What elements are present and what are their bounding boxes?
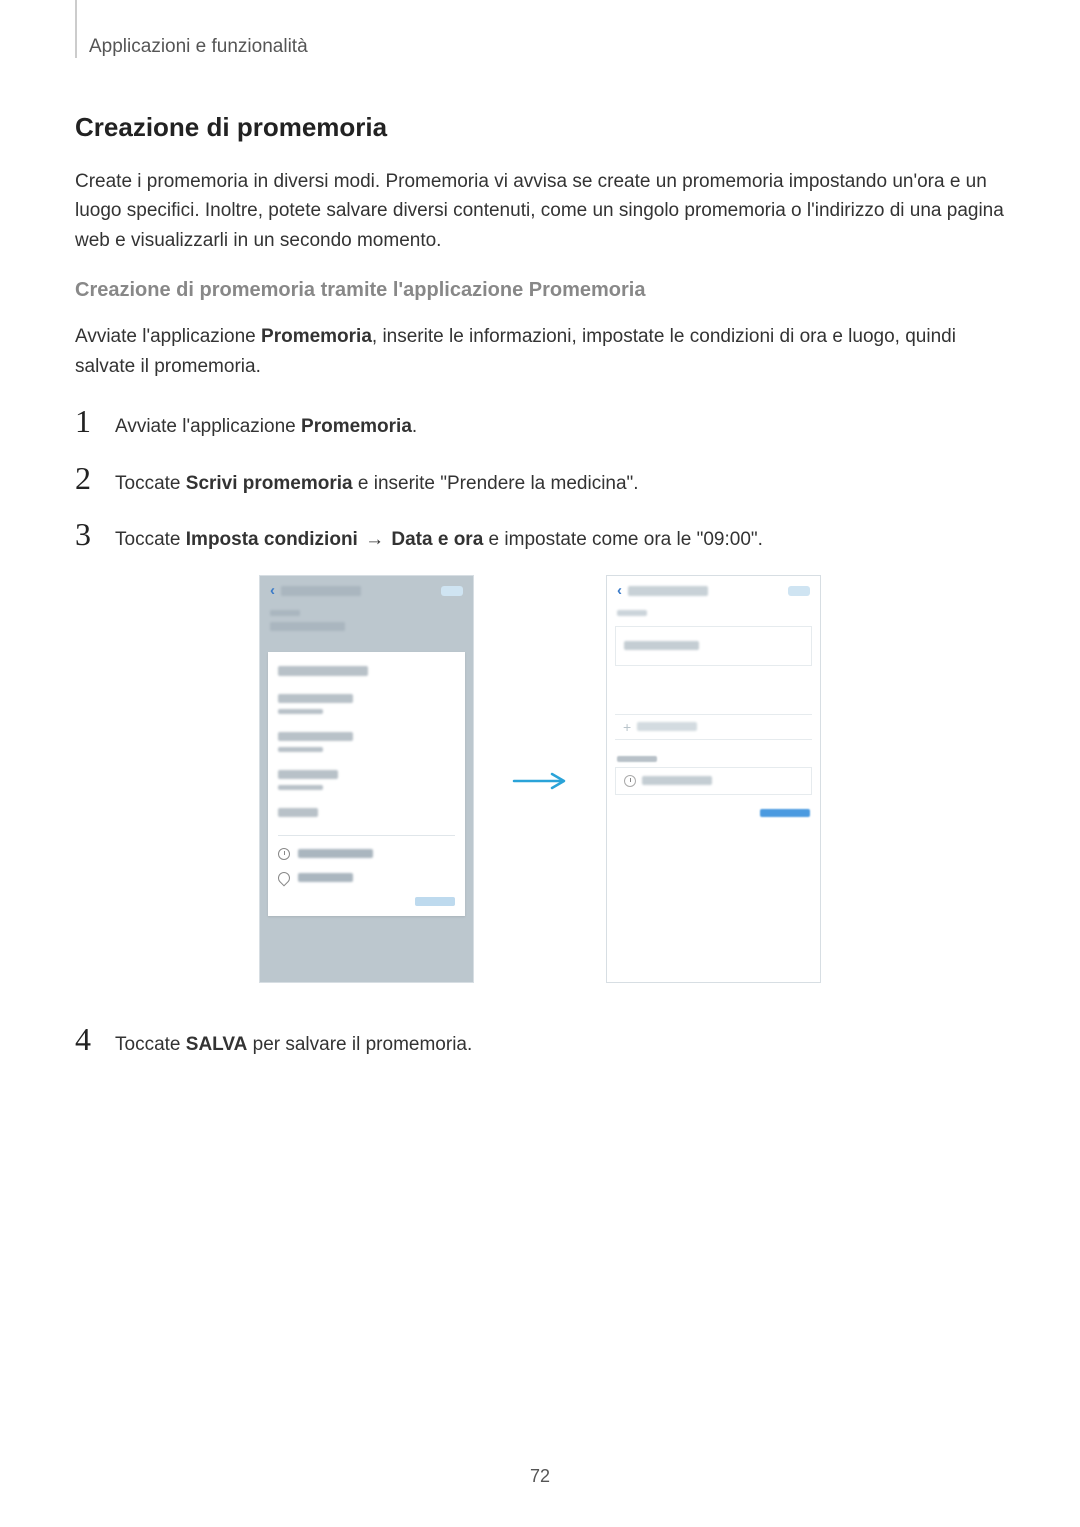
intro-paragraph: Create i promemoria in diversi modi. Pro…: [75, 167, 1005, 255]
plus-icon: +: [623, 719, 631, 735]
blurred-line: [278, 709, 323, 714]
back-icon: ‹: [270, 582, 275, 599]
ui-label: Scrivi promemoria: [186, 473, 353, 494]
blurred-line: [270, 610, 300, 616]
divider: [278, 835, 455, 836]
text: Avviate l'applicazione: [75, 326, 261, 347]
blurred-line: [278, 808, 318, 817]
blurred-line: [617, 610, 647, 616]
header-vertical-rule: [75, 0, 77, 58]
back-icon: ‹: [617, 582, 622, 599]
blurred-line: [298, 873, 353, 882]
text: e inserite "Prendere la medicina".: [353, 473, 639, 494]
pin-icon: [276, 869, 293, 886]
blurred-line: [278, 666, 368, 676]
blurred-line: [278, 785, 323, 790]
page-content: Creazione di promemoria Create i promemo…: [75, 112, 1005, 1079]
step-list-continued: 4 Toccate SALVA per salvare il promemori…: [75, 1023, 1005, 1060]
text: .: [412, 416, 417, 437]
phone-screenshot-left: ‹: [259, 575, 474, 983]
step-text: Toccate Scrivi promemoria e inserite "Pr…: [115, 470, 639, 499]
card-button: [415, 897, 455, 906]
text: e impostate come ora le "09:00".: [483, 529, 763, 550]
blurred-line: [278, 747, 323, 752]
arrow-right-icon: [512, 756, 568, 801]
place-row: [278, 872, 455, 884]
datetime-row: [615, 767, 812, 795]
card-item: [278, 732, 455, 752]
ui-label: Imposta condizioni: [186, 529, 358, 550]
step-number: 2: [75, 462, 115, 494]
header-badge: [441, 586, 463, 596]
ui-label: Promemoria: [301, 416, 412, 437]
add-row: +: [615, 714, 812, 740]
section-subtitle: Creazione di promemoria tramite l'applic…: [75, 279, 1005, 302]
text-field: [615, 626, 812, 666]
phone-screenshot-right: ‹ +: [606, 575, 821, 983]
section-label: [617, 756, 657, 762]
step-text: Toccate SALVA per salvare il promemoria.: [115, 1031, 472, 1060]
blurred-title: [628, 586, 708, 596]
blurred-line: [270, 622, 345, 631]
text: per salvare il promemoria.: [247, 1034, 472, 1055]
blurred-title: [281, 586, 361, 596]
blurred-line: [278, 770, 338, 779]
shot-header: ‹: [607, 576, 820, 606]
inner-card: [268, 652, 465, 916]
text: Toccate: [115, 473, 186, 494]
ui-label: SALVA: [186, 1034, 248, 1055]
blurred-line: [637, 722, 697, 731]
page-number: 72: [0, 1466, 1080, 1487]
step-1: 1 Avviate l'applicazione Promemoria.: [75, 405, 1005, 442]
clock-icon: [278, 848, 290, 860]
intro-paragraph-2: Avviate l'applicazione Promemoria, inser…: [75, 322, 1005, 381]
card-item: [278, 694, 455, 714]
card-item: [278, 666, 455, 676]
blurred-line: [298, 849, 373, 858]
shot-body: +: [615, 626, 812, 974]
screenshots-row: ‹: [75, 575, 1005, 983]
shot-subheader: [607, 606, 820, 616]
arrow-right-icon: →: [360, 529, 390, 550]
blurred-line: [278, 694, 353, 703]
breadcrumb: Applicazioni e funzionalità: [89, 36, 308, 58]
clock-icon: [624, 775, 636, 787]
card-item: [278, 770, 455, 790]
step-number: 3: [75, 518, 115, 550]
text: Toccate: [115, 1034, 186, 1055]
shot-header: ‹: [260, 576, 473, 606]
step-number: 4: [75, 1023, 115, 1055]
header-badge: [788, 586, 810, 596]
card-item: [278, 808, 455, 817]
shot-subheader: [260, 606, 473, 631]
action-button: [760, 809, 810, 817]
step-4: 4 Toccate SALVA per salvare il promemori…: [75, 1023, 1005, 1060]
blurred-line: [642, 776, 712, 785]
blurred-line: [278, 732, 353, 741]
step-text: Avviate l'applicazione Promemoria.: [115, 413, 417, 442]
text: Toccate: [115, 529, 186, 550]
step-list: 1 Avviate l'applicazione Promemoria. 2 T…: [75, 405, 1005, 555]
section-title: Creazione di promemoria: [75, 112, 1005, 143]
step-2: 2 Toccate Scrivi promemoria e inserite "…: [75, 462, 1005, 499]
blurred-line: [624, 641, 699, 650]
text: Avviate l'applicazione: [115, 416, 301, 437]
step-3: 3 Toccate Imposta condizioni → Data e or…: [75, 518, 1005, 555]
ui-label: Data e ora: [391, 529, 483, 550]
step-text: Toccate Imposta condizioni → Data e ora …: [115, 526, 763, 555]
step-number: 1: [75, 405, 115, 437]
time-row: [278, 848, 455, 860]
app-name: Promemoria: [261, 326, 372, 347]
